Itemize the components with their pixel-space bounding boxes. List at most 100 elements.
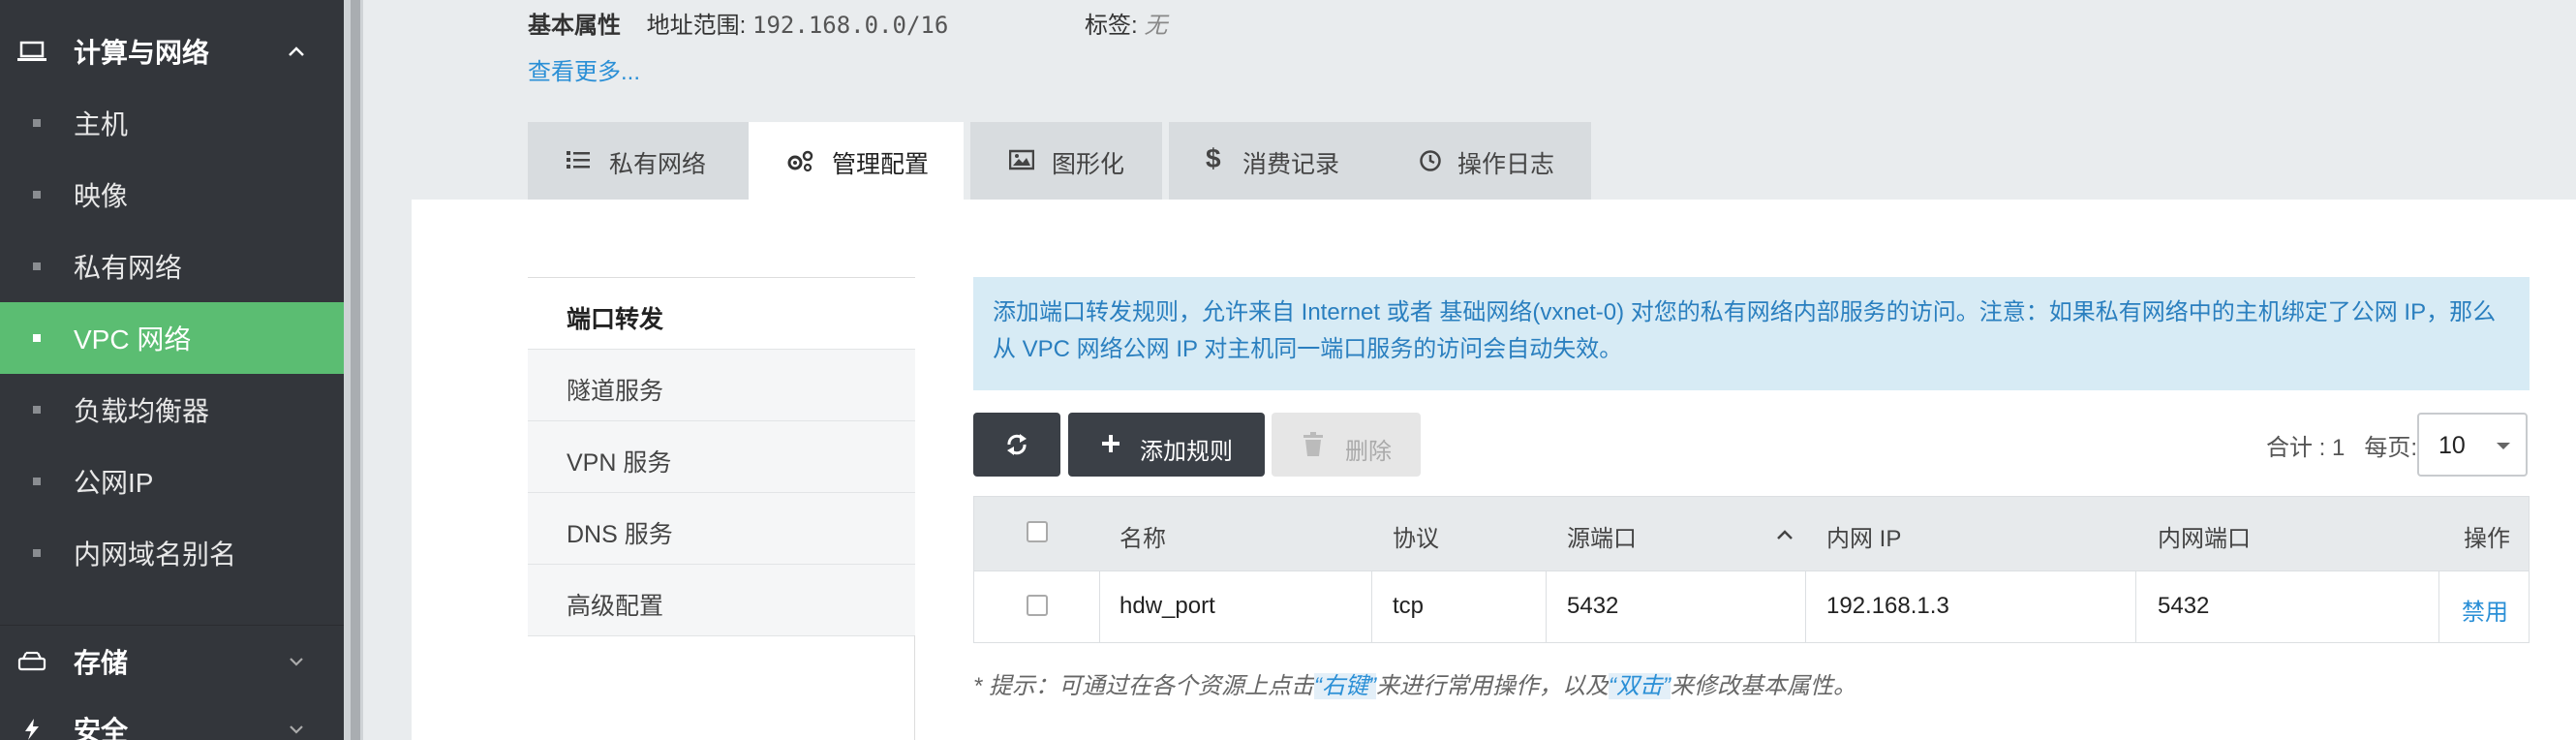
column-header-source-port[interactable]: 源端口 xyxy=(1567,519,1637,553)
hint-right-click: “右键” xyxy=(1314,673,1376,699)
sidebar-group-label: 安全 xyxy=(74,716,129,740)
chevron-down-icon xyxy=(290,725,303,734)
laptop-icon xyxy=(17,41,46,61)
sidebar-item-host[interactable]: 主机 xyxy=(0,87,344,159)
cell-divider xyxy=(1371,571,1372,643)
column-header-internal-port[interactable]: 内网端口 xyxy=(2158,519,2251,553)
cell-divider xyxy=(1546,571,1547,643)
plus-icon xyxy=(1102,435,1119,452)
subnav-advanced[interactable]: 高级配置 xyxy=(528,565,915,636)
address-range-label: 地址范围: xyxy=(646,13,747,39)
per-page-value: 10 xyxy=(2438,432,2466,459)
select-all-checkbox[interactable] xyxy=(1027,521,1048,542)
add-rule-button[interactable]: 添加规则 xyxy=(1068,413,1265,477)
sidebar-item-label: 负载均衡器 xyxy=(74,396,210,426)
cell-divider xyxy=(1805,571,1806,643)
info-notice: 添加端口转发规则，允许来自 Internet 或者 基础网络(vxnet-0) … xyxy=(973,277,2530,390)
sidebar-group-storage[interactable]: 存储 xyxy=(0,626,344,697)
bullet-icon xyxy=(33,334,41,342)
tab-label: 消费记录 xyxy=(1242,151,1340,178)
tab-management[interactable]: 管理配置 xyxy=(749,122,964,200)
subnav-label: 端口转发 xyxy=(567,306,664,333)
add-rule-label: 添加规则 xyxy=(1140,439,1233,465)
tab-operation-log[interactable]: 操作日志 xyxy=(1380,122,1591,200)
sidebar-item-private-network[interactable]: 私有网络 xyxy=(0,231,344,302)
sidebar-group-label: 计算与网络 xyxy=(74,38,210,68)
per-page-label: 每页: xyxy=(2364,435,2418,461)
chevron-up-icon xyxy=(289,46,304,56)
subnav-label: 隧道服务 xyxy=(567,378,664,405)
hint-text: * 提示：可通过在各个资源上点击“右键”来进行常用操作，以及“双击”来修改基本属… xyxy=(973,666,1856,700)
sidebar-group-security[interactable]: 安全 xyxy=(0,694,344,740)
image-icon xyxy=(1009,149,1034,170)
subnav-label: 高级配置 xyxy=(567,593,664,620)
sidebar-item-label: 映像 xyxy=(74,181,129,211)
hint-double-click: “双击” xyxy=(1609,673,1671,699)
sidebar-item-dns-alias[interactable]: 内网域名别名 xyxy=(0,517,344,589)
sidebar-item-label: 私有网络 xyxy=(74,253,183,283)
hard-drive-icon xyxy=(17,651,46,671)
caret-down-icon xyxy=(2497,443,2510,449)
cell-name: hdw_port xyxy=(1119,593,1215,619)
address-range-value: 192.168.0.0/16 xyxy=(752,12,949,39)
sidebar-item-public-ip[interactable]: 公网IP xyxy=(0,446,344,517)
bullet-icon xyxy=(33,478,41,485)
cell-protocol: tcp xyxy=(1393,593,1425,619)
sidebar-item-label: VPC 网络 xyxy=(74,324,192,355)
tab-private-network[interactable]: 私有网络 xyxy=(528,122,749,200)
tab-label: 管理配置 xyxy=(832,151,930,178)
notice-line: 添加端口转发规则，允许来自 Internet 或者 基础网络(vxnet-0) … xyxy=(993,299,2497,325)
sidebar: 计算与网络 主机 映像 私有网络 VPC 网络 负载均衡器 公网IP 内网域名别… xyxy=(0,0,344,740)
sidebar-item-label: 公网IP xyxy=(74,468,154,498)
refresh-button[interactable] xyxy=(973,413,1060,477)
cell-divider xyxy=(2438,571,2439,643)
tab-label: 图形化 xyxy=(1052,151,1125,178)
sidebar-item-image[interactable]: 映像 xyxy=(0,159,344,231)
delete-button[interactable]: 删除 xyxy=(1272,413,1421,477)
cell-divider xyxy=(1099,571,1100,643)
column-header-protocol[interactable]: 协议 xyxy=(1393,519,1439,553)
sidebar-item-load-balancer[interactable]: 负载均衡器 xyxy=(0,374,344,446)
tab-label: 私有网络 xyxy=(609,151,707,178)
cell-divider xyxy=(2135,571,2136,643)
sort-asc-icon[interactable] xyxy=(1776,529,1794,540)
cell-source-port: 5432 xyxy=(1567,593,1619,619)
subnav-label: VPN 服务 xyxy=(567,449,672,477)
sidebar-item-label: 主机 xyxy=(74,109,129,139)
column-header-internal-ip[interactable]: 内网 IP xyxy=(1826,519,1901,553)
list-icon xyxy=(567,151,590,169)
subnav-dns[interactable]: DNS 服务 xyxy=(528,493,915,565)
subnav-label: DNS 服务 xyxy=(567,521,673,548)
see-more-link[interactable]: 查看更多... xyxy=(528,52,640,86)
column-header-name[interactable]: 名称 xyxy=(1119,519,1166,553)
gears-icon xyxy=(787,150,813,172)
tag-info: 标签: 无 xyxy=(1085,6,1167,40)
sidebar-scroll-thumb[interactable] xyxy=(351,0,360,740)
disable-link[interactable]: 禁用 xyxy=(2462,593,2508,627)
tab-graphics[interactable]: 图形化 xyxy=(970,122,1162,200)
delete-label: 删除 xyxy=(1345,439,1392,465)
sidebar-group-compute[interactable]: 计算与网络 xyxy=(0,15,344,87)
bullet-icon xyxy=(33,549,41,557)
hint-prefix: * 提示：可通过在各个资源上点击 xyxy=(973,673,1315,699)
tag-label: 标签: xyxy=(1085,13,1138,39)
tab-label: 操作日志 xyxy=(1457,151,1555,178)
hint-middle: 来进行常用操作，以及 xyxy=(1376,673,1609,699)
bullet-icon xyxy=(33,191,41,199)
table-header xyxy=(973,496,2530,571)
subnav-vpn[interactable]: VPN 服务 xyxy=(528,421,915,493)
hint-suffix: 来修改基本属性。 xyxy=(1670,673,1856,699)
refresh-icon xyxy=(1007,434,1027,455)
bullet-icon xyxy=(33,119,41,127)
basic-properties-label: 基本属性 xyxy=(528,13,621,39)
subnav-tunnel[interactable]: 隧道服务 xyxy=(528,350,915,421)
row-checkbox[interactable] xyxy=(1027,595,1048,616)
basic-properties: 基本属性 地址范围: 192.168.0.0/16 xyxy=(528,6,948,40)
subnav-divider xyxy=(914,635,915,740)
dollar-icon: $ xyxy=(1206,143,1221,173)
sidebar-item-vpc[interactable]: VPC 网络 xyxy=(0,302,344,374)
bullet-icon xyxy=(33,406,41,414)
subnav-port-forwarding[interactable]: 端口转发 xyxy=(528,278,915,350)
per-page-select[interactable]: 10 xyxy=(2417,413,2528,477)
tab-billing[interactable]: $ 消费记录 xyxy=(1169,122,1380,200)
